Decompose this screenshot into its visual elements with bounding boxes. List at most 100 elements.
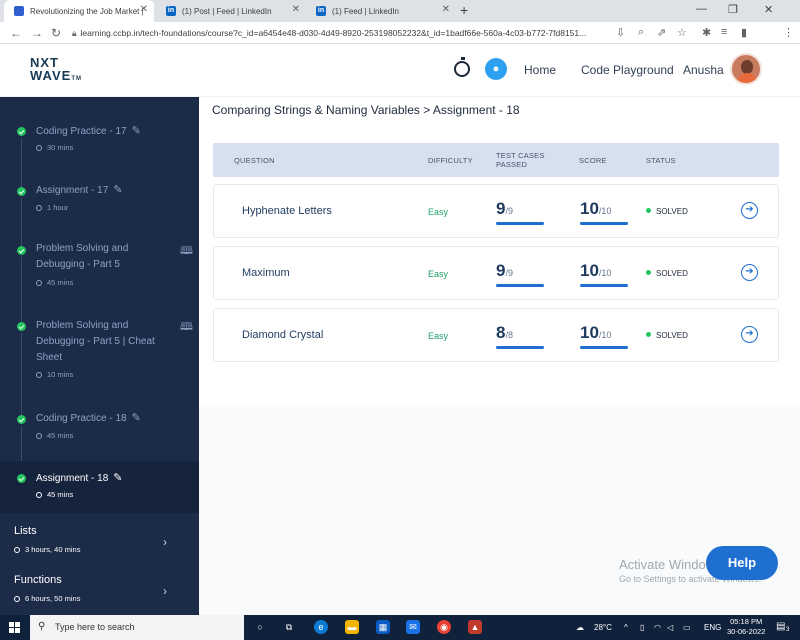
status-badge: SOLVED	[646, 269, 688, 278]
sidebar-item-coding-practice-18[interactable]: Coding Practice - 18 ✎ 45 mins	[0, 389, 199, 461]
help-button[interactable]: Help	[706, 546, 778, 580]
forward-icon[interactable]: →	[31, 26, 43, 40]
table-row[interactable]: Maximum Easy 9/9 10/10 SOLVED ➔	[213, 246, 779, 300]
chevron-up-icon[interactable]: ^	[624, 623, 628, 632]
chevron-right-icon[interactable]: ›	[163, 535, 167, 549]
sidebar-item-coding-practice-17[interactable]: Coding Practice - 17 ✎ 30 mins	[0, 97, 199, 157]
share-icon[interactable]: ⇗	[657, 26, 666, 39]
score-number: 10	[580, 261, 599, 280]
avatar[interactable]	[730, 53, 762, 85]
windows-start-icon[interactable]	[9, 622, 20, 633]
browser-tab[interactable]: in (1) Feed | LinkedIn ✕	[306, 0, 456, 22]
sidebar-item-label: Problem Solving and	[36, 320, 129, 331]
question-name[interactable]: Diamond Crystal	[242, 329, 323, 341]
score-value: 10/10	[580, 323, 611, 343]
sidebar-item-label: Assignment - 18	[36, 473, 109, 484]
address-bar-row: ← → ↻ 🔒︎ learning.ccbp.in/tech-foundation…	[0, 22, 800, 62]
nav-user-name[interactable]: Anusha	[683, 63, 724, 77]
sidebar-item-duration: 30 mins	[47, 143, 74, 152]
edge-icon[interactable]: e	[314, 620, 328, 634]
browser-tab[interactable]: in (1) Post | Feed | LinkedIn ✕	[156, 0, 306, 22]
chat-icon[interactable]: ●	[485, 58, 507, 80]
volume-icon[interactable]: ◁	[667, 623, 673, 632]
reload-icon[interactable]: ↻	[51, 26, 61, 40]
sidebar-item-problem-solving-5-cheat-sheet[interactable]: Problem Solving and Debugging - Part 5 |…	[0, 293, 199, 389]
extensions-icon[interactable]: ✱	[702, 26, 711, 39]
taskbar-clock[interactable]: 05:18 PM 30-06-2022	[727, 617, 765, 637]
back-icon[interactable]: ←	[10, 26, 22, 40]
battery-icon[interactable]: ▯	[640, 623, 644, 632]
sidebar-item-assignment-18[interactable]: Assignment - 18 ✎ 45 mins	[0, 461, 199, 513]
sidebar-item-duration: 45 mins	[47, 278, 74, 287]
chevron-right-icon[interactable]: ›	[163, 584, 167, 598]
new-tab-icon[interactable]: +	[460, 2, 468, 18]
close-tab-icon[interactable]: ✕	[140, 4, 148, 15]
sidebar-module-lists[interactable]: Lists 3 hours, 40 mins ›	[0, 519, 199, 567]
completed-check-icon	[17, 474, 26, 483]
timeline-line	[21, 333, 22, 389]
file-explorer-icon[interactable]: ▬	[345, 620, 359, 634]
timeline-line	[21, 157, 22, 187]
sidebar-item-label: Debugging - Part 5 | Cheat	[36, 336, 155, 347]
store-icon[interactable]: ▦	[376, 620, 390, 634]
column-status: STATUS	[646, 156, 676, 165]
weather-icon[interactable]: ☁	[576, 623, 584, 632]
cortana-icon[interactable]: ○	[253, 620, 267, 634]
clock-time: 05:18 PM	[730, 617, 763, 626]
status-dot	[646, 332, 651, 337]
table-row[interactable]: Hyphenate Letters Easy 9/9 10/10 SOLVED …	[213, 184, 779, 238]
task-view-icon[interactable]: ⧉	[282, 620, 296, 634]
close-window-icon[interactable]: ✕	[764, 3, 773, 16]
more-menu-icon[interactable]: ⋮	[783, 26, 794, 39]
sidebar-item-problem-solving-5[interactable]: Problem Solving and Debugging - Part 5 🕮…	[0, 217, 199, 293]
side-panel-icon[interactable]: ▮	[741, 26, 747, 39]
bookmark-star-icon[interactable]: ☆	[677, 26, 687, 39]
table-header: QUESTION DIFFICULTY TEST CASES PASSED SC…	[213, 143, 779, 177]
chrome-icon[interactable]: ◉	[437, 620, 451, 634]
close-tab-icon[interactable]: ✕	[292, 4, 300, 15]
windows-taskbar: ⚲ Type here to search ○ ⧉ e ▬ ▦ ✉ ◉ ▲ ☁ …	[0, 615, 800, 640]
wifi-icon[interactable]: ◠	[654, 623, 661, 632]
mail-icon[interactable]: ✉	[406, 620, 420, 634]
sidebar-item-label: Assignment - 17	[36, 185, 109, 196]
weather-temp[interactable]: 28°C	[594, 623, 612, 632]
keyboard-icon[interactable]: ▭	[683, 623, 691, 632]
timeline-line	[21, 138, 22, 157]
question-name[interactable]: Maximum	[242, 267, 290, 279]
sidebar-item-assignment-17[interactable]: Assignment - 17 ✎ 1 hour	[0, 157, 199, 217]
question-name[interactable]: Hyphenate Letters	[242, 205, 332, 217]
install-app-icon[interactable]: ⇩	[616, 26, 625, 39]
arrow-right-circle-icon[interactable]: ➔	[741, 264, 758, 281]
completed-check-icon	[17, 415, 26, 424]
nav-code-playground[interactable]: Code Playground	[581, 63, 674, 77]
nxtwave-logo[interactable]: NXT WAVETM	[30, 56, 82, 86]
timeline-line	[21, 389, 22, 415]
difficulty-label: Easy	[428, 207, 449, 217]
app-pinned-icon[interactable]: ▲	[468, 620, 482, 634]
taskbar-search[interactable]: ⚲ Type here to search	[30, 615, 244, 640]
arrow-right-circle-icon[interactable]: ➔	[741, 202, 758, 219]
column-difficulty: DIFFICULTY	[428, 156, 473, 165]
table-row[interactable]: Diamond Crystal Easy 8/8 10/10 SOLVED ➔	[213, 308, 779, 362]
url-field[interactable]: 🔒︎ learning.ccbp.in/tech-foundations/cour…	[72, 25, 612, 41]
notifications-icon[interactable]: ▤	[776, 621, 785, 632]
language-indicator[interactable]: ENG	[704, 623, 721, 632]
restore-icon[interactable]: ❐	[728, 3, 738, 16]
browser-tab-active[interactable]: Revolutionizing the Job Market | ✕	[4, 0, 154, 22]
minimize-icon[interactable]: —	[696, 3, 707, 15]
close-tab-icon[interactable]: ✕	[442, 4, 450, 15]
sidebar-item-label: Problem Solving and	[36, 243, 129, 254]
assignment-panel: Comparing Strings & Naming Variables > A…	[199, 97, 800, 407]
nav-home[interactable]: Home	[524, 63, 556, 77]
zoom-icon[interactable]: ⌕	[638, 26, 644, 39]
sidebar-module-functions[interactable]: Functions 6 hours, 50 mins ›	[0, 568, 199, 615]
score-value: 10/10	[580, 199, 611, 219]
clock-icon	[36, 372, 42, 378]
module-duration: 6 hours, 50 mins	[25, 594, 81, 603]
arrow-right-circle-icon[interactable]: ➔	[741, 326, 758, 343]
stopwatch-icon[interactable]	[454, 57, 470, 77]
status-dot	[646, 270, 651, 275]
media-icon[interactable]: ≡	[721, 26, 727, 38]
column-score: SCORE	[579, 156, 607, 165]
max-score: /10	[598, 268, 612, 278]
